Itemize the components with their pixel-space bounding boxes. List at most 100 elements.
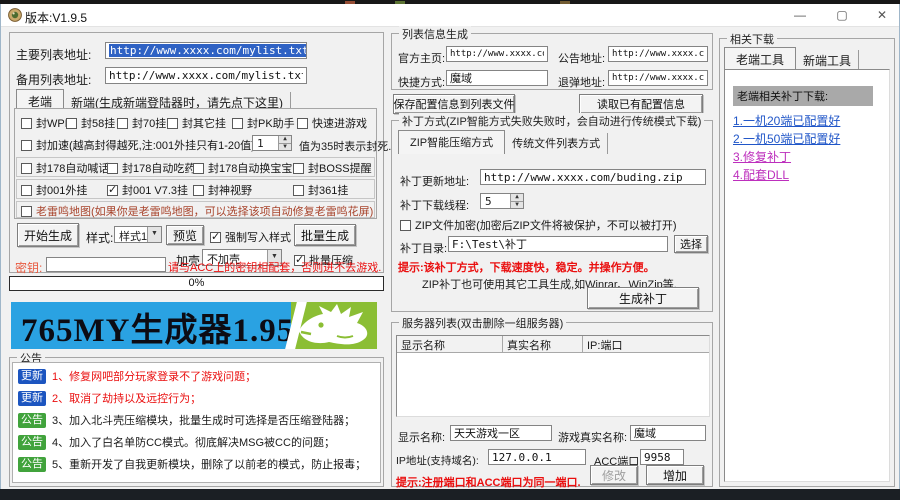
- bounce-url-label: 退弹地址:: [558, 74, 605, 90]
- block-options-page: 封WPE 封58挂 封70挂 封其它挂 封PK助手 快速进游戏 封加速(越高封得…: [14, 108, 377, 219]
- checkbox-feng-001-v73[interactable]: 封001 V7.3挂: [107, 182, 188, 198]
- display-name-input[interactable]: [450, 425, 552, 441]
- preview-button[interactable]: 预览: [166, 225, 204, 245]
- shortcut-input[interactable]: [446, 70, 548, 86]
- choose-dir-button[interactable]: 选择: [674, 235, 708, 253]
- checkbox-feng-qita[interactable]: 封其它挂: [167, 115, 226, 131]
- thread-count-spinner[interactable]: 5▲▼: [480, 193, 524, 209]
- checkbox-box[interactable]: [117, 118, 128, 129]
- close-icon[interactable]: ✕: [867, 6, 897, 25]
- speed-suffix-label: 值为35时表示封死.: [299, 138, 391, 154]
- desktop-taskbar-strip: [0, 489, 900, 500]
- load-config-button[interactable]: 读取已有配置信息: [579, 94, 703, 114]
- checkbox-box[interactable]: [21, 185, 32, 196]
- maximize-icon[interactable]: ▢: [827, 6, 857, 25]
- checkbox-box[interactable]: [107, 163, 118, 174]
- patch-url-input[interactable]: [480, 169, 706, 185]
- patch-dir-input[interactable]: [448, 236, 668, 252]
- checkbox-label: 封PK助手: [247, 118, 295, 130]
- download-link-20[interactable]: 1.一机20端已配置好: [733, 112, 840, 129]
- checkbox-feng-001[interactable]: 封001外挂: [21, 182, 87, 198]
- checkbox-box[interactable]: [21, 206, 32, 217]
- add-button[interactable]: 增加: [646, 465, 704, 485]
- speed-value-spinner[interactable]: 1▲▼: [252, 135, 292, 151]
- checkbox-feng-178-shout[interactable]: 封178自动喊话: [21, 160, 109, 176]
- style-select[interactable]: 样式1▼: [114, 226, 162, 243]
- tab-file-list-mode[interactable]: 传统文件列表方式: [505, 133, 608, 154]
- checkbox-box[interactable]: [21, 140, 32, 151]
- checkbox-row-178: 封178自动喊话 封178自动吃药 封178自动换宝宝 封BOSS提醒: [16, 157, 375, 177]
- column-header-real[interactable]: 真实名称: [503, 336, 583, 352]
- real-name-input[interactable]: [630, 425, 706, 441]
- minimize-icon[interactable]: —: [785, 6, 815, 25]
- checkbox-box[interactable]: [66, 118, 77, 129]
- checkbox-laoleiming-map[interactable]: 老雷鸣地图(如果你是老雷鸣地图，可以选择该项自动修复老雷鸣花屏): [21, 203, 373, 219]
- spinner-down-icon[interactable]: ▼: [278, 144, 291, 151]
- checkbox-box[interactable]: [293, 185, 304, 196]
- checkbox-feng-pk[interactable]: 封PK助手: [232, 115, 295, 131]
- checkbox-box[interactable]: [293, 163, 304, 174]
- checkbox-label: ZIP文件加密(加密后ZIP文件将被保护，不可以被打开): [415, 220, 677, 232]
- column-header-display[interactable]: 显示名称: [397, 336, 503, 352]
- server-tip: 提示:注册端口和ACC端口为同一端口.: [396, 474, 581, 490]
- download-link-fix-patch[interactable]: 3.修复补丁: [733, 148, 791, 165]
- checkbox-fast-enter[interactable]: 快速进游戏: [297, 115, 367, 131]
- column-header-ip[interactable]: IP:端口: [583, 336, 709, 352]
- acc-port-input[interactable]: [640, 449, 684, 465]
- notice-text: 4、加入了白名单防CC模式。彻底解决MSG被CC的问题；: [52, 437, 335, 449]
- backup-list-input[interactable]: [105, 67, 307, 84]
- download-link-50[interactable]: 2.一机50端已配置好: [733, 130, 840, 147]
- notice-url-label: 公告地址:: [558, 50, 605, 66]
- generator-panel: 主要列表地址: http://www.xxxx.com/mylist.txt 备…: [9, 32, 384, 273]
- list-info-panel: 列表信息生成 官方主页: 公告地址: 快捷方式: 退弹地址:: [391, 33, 713, 90]
- bounce-url-input[interactable]: [608, 70, 708, 86]
- main-list-input[interactable]: http://www.xxxx.com/mylist.txt: [105, 42, 307, 59]
- notice-url-input[interactable]: [608, 46, 708, 62]
- window-title: 版本:V1.9.5: [25, 9, 87, 26]
- real-name-label: 游戏真实名称:: [558, 429, 627, 445]
- checkbox-box[interactable]: [400, 220, 411, 231]
- style-label: 样式:: [86, 229, 113, 246]
- server-list-panel: 服务器列表(双击删除一组服务器) 显示名称 真实名称 IP:端口 显示名称: 游…: [391, 322, 713, 487]
- save-config-button[interactable]: 保存配置信息到列表文件: [393, 94, 515, 114]
- patch-thread-label: 补丁下载线程:: [400, 197, 469, 213]
- checkbox-box[interactable]: [21, 118, 32, 129]
- checkbox-zip-encrypt[interactable]: ZIP文件加密(加密后ZIP文件将被保护，不可以被打开): [400, 217, 677, 233]
- checkbox-feng-wpe[interactable]: 封WPE: [21, 115, 72, 131]
- batch-generate-button[interactable]: 批量生成: [294, 224, 356, 246]
- checkbox-force-style[interactable]: 强制写入样式: [210, 229, 291, 245]
- checkbox-row-1: 封WPE 封58挂 封70挂 封其它挂 封PK助手 快速进游戏: [16, 113, 375, 133]
- checkbox-box[interactable]: [107, 185, 118, 196]
- chevron-down-icon[interactable]: ▼: [147, 227, 161, 242]
- checkbox-feng-70[interactable]: 封70挂: [117, 115, 166, 131]
- checkbox-box[interactable]: [193, 185, 204, 196]
- checkbox-feng-boss[interactable]: 封BOSS提醒: [293, 160, 372, 176]
- server-table[interactable]: 显示名称 真实名称 IP:端口: [396, 335, 710, 417]
- spinner-down-icon[interactable]: ▼: [510, 202, 523, 209]
- checkbox-box[interactable]: [21, 163, 32, 174]
- key-input[interactable]: [46, 257, 166, 272]
- start-generate-button[interactable]: 开始生成: [17, 223, 79, 247]
- checkbox-box[interactable]: [297, 118, 308, 129]
- checkbox-box[interactable]: [193, 163, 204, 174]
- download-link-dll[interactable]: 4.配套DLL: [733, 166, 789, 183]
- checkbox-feng-178-medicine[interactable]: 封178自动吃药: [107, 160, 195, 176]
- display-name-label: 显示名称:: [398, 429, 445, 445]
- checkbox-feng-178-pet[interactable]: 封178自动换宝宝: [193, 160, 292, 176]
- ip-input[interactable]: [488, 449, 586, 465]
- generate-patch-button[interactable]: 生成补丁: [587, 287, 699, 309]
- patch-url-label: 补丁更新地址:: [400, 173, 469, 189]
- checkbox-feng-shenshiye[interactable]: 封神视野: [193, 182, 252, 198]
- home-url-input[interactable]: [446, 46, 548, 62]
- notice-text: 1、修复网吧部分玩家登录不了游戏问题；: [52, 371, 256, 383]
- checkbox-box[interactable]: [210, 232, 221, 243]
- tab-zip-mode[interactable]: ZIP智能压缩方式: [398, 130, 505, 154]
- checkbox-feng-361[interactable]: 封361挂: [293, 182, 348, 198]
- checkbox-feng-jiasu[interactable]: 封加速(越高封得越死,注:001外挂只有1-20值): [21, 137, 255, 153]
- checkbox-box[interactable]: [167, 118, 178, 129]
- selected-text: http://www.xxxx.com/mylist.txt: [109, 44, 307, 57]
- table-header: 显示名称 真实名称 IP:端口: [397, 336, 709, 353]
- checkbox-box[interactable]: [232, 118, 243, 129]
- checkbox-feng-58[interactable]: 封58挂: [66, 115, 115, 131]
- modify-button[interactable]: 修改: [590, 465, 638, 485]
